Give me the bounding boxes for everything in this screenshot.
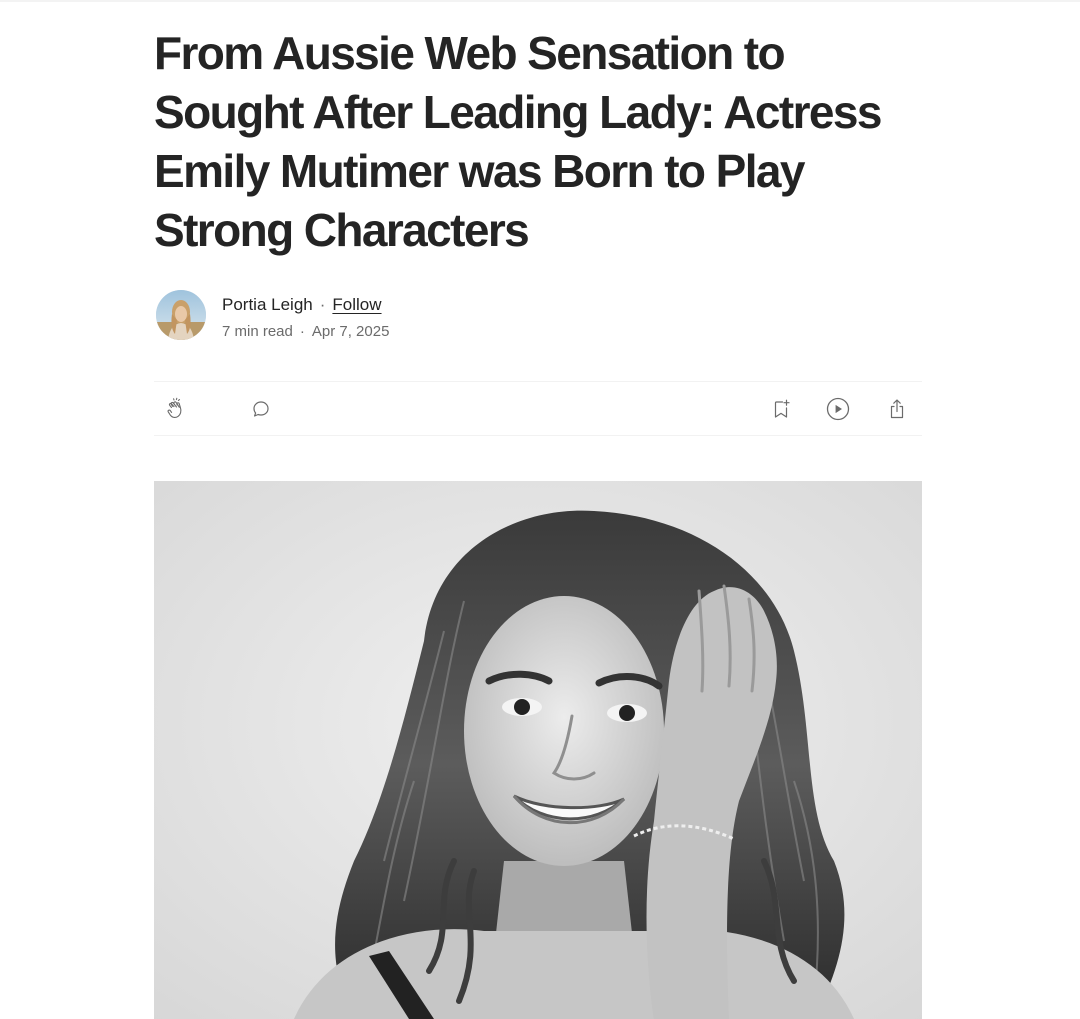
comment-button[interactable]: [248, 396, 274, 422]
article-action-bar: [154, 381, 922, 436]
share-icon: [890, 399, 904, 419]
author-avatar-image: [156, 290, 206, 340]
author-line: Portia Leigh · Follow: [222, 294, 382, 316]
play-listen-icon: [826, 397, 850, 421]
article-title: From Aussie Web Sensation to Sought Afte…: [154, 27, 882, 256]
comment-icon: [253, 401, 269, 417]
byline-separator: ·: [319, 295, 326, 314]
publish-date: Apr 7, 2025: [311, 323, 390, 340]
hero-portrait-photo: [154, 481, 922, 1019]
bookmark-add-icon: [774, 399, 790, 418]
listen-button[interactable]: [825, 396, 851, 422]
byline: Portia Leigh · Follow 7 min read · Apr 7, 20…: [154, 289, 922, 341]
save-button[interactable]: [768, 396, 794, 422]
author-name-link[interactable]: Portia Leigh: [222, 295, 313, 314]
share-button[interactable]: [884, 396, 910, 422]
author-avatar[interactable]: [156, 290, 206, 340]
article-meta: 7 min read · Apr 7, 2025: [222, 322, 389, 342]
clap-icon: [167, 397, 182, 419]
meta-separator: ·: [299, 323, 305, 340]
clap-button[interactable]: [163, 396, 189, 422]
read-time: 7 min read: [222, 323, 293, 340]
article-page: From Aussie Web Sensation to Sought Afte…: [0, 0, 1080, 1019]
top-divider: [0, 0, 1080, 2]
follow-link[interactable]: Follow: [332, 295, 381, 314]
hero-image: [154, 481, 922, 1019]
